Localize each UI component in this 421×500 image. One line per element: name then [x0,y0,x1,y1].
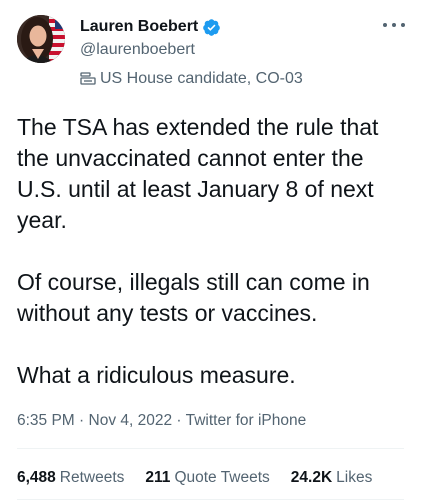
quote-tweets-count: 211 [145,469,171,486]
retweets-label: Retweets [59,469,125,486]
handle[interactable]: @laurenboebert [80,41,195,59]
name-row: Lauren Boebert [80,16,221,38]
tweet-paragraph: Of course, illegals still can come in wi… [17,269,370,326]
likes-stat[interactable]: 24.2K Likes [291,469,373,487]
tweet-text: The TSA has extended the rule that the u… [17,112,413,391]
tweet-metadata: 6:35 PM · Nov 4, 2022 · Twitter for iPho… [17,412,306,430]
quote-tweets-label: Quote Tweets [174,469,270,486]
avatar[interactable] [17,15,65,63]
avatar-image [17,15,65,63]
meta-separator: · [176,412,186,429]
more-options-icon[interactable] [383,18,405,32]
verified-badge-icon [202,18,221,37]
tweet-source[interactable]: Twitter for iPhone [186,412,307,429]
account-label: US House candidate, CO-03 [80,70,303,88]
tweet-paragraph: What a ridiculous measure. [17,362,296,388]
tweet-paragraph: The TSA has extended the rule that the u… [17,114,379,233]
display-name[interactable]: Lauren Boebert [80,18,198,36]
government-building-icon [80,71,96,87]
tweet-date[interactable]: Nov 4, 2022 [89,412,173,429]
retweets-count: 6,488 [17,469,56,486]
engagement-stats: 6,488 Retweets 211 Quote Tweets 24.2K Likes [17,469,393,487]
tweet-time[interactable]: 6:35 PM [17,412,75,429]
retweets-stat[interactable]: 6,488 Retweets [17,469,124,487]
divider [17,448,404,449]
likes-label: Likes [336,469,373,486]
label-text: US House candidate, CO-03 [100,70,303,87]
likes-count: 24.2K [290,469,333,486]
tweet-card: Lauren Boebert @laurenboebert US House c… [0,0,421,500]
meta-separator: · [79,412,89,429]
quote-tweets-stat[interactable]: 211 Quote Tweets [145,469,269,487]
